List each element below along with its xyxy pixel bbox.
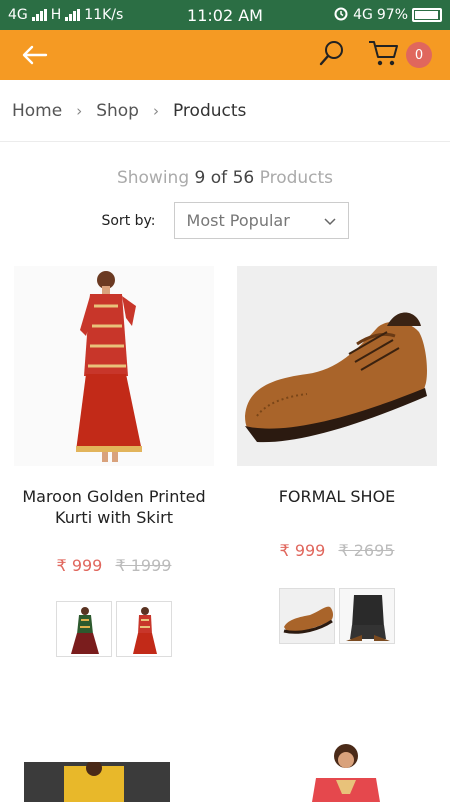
cart-button[interactable]: 0: [368, 39, 432, 71]
signal-icon: [31, 9, 47, 21]
thumbnail[interactable]: [56, 601, 112, 657]
network-speed: 11K/s: [84, 7, 124, 23]
alarm-icon: [333, 5, 349, 25]
breadcrumb-shop[interactable]: Shop: [96, 101, 139, 121]
sort-row: Sort by: Most Popular: [0, 202, 450, 239]
shown-count: 9: [194, 168, 206, 188]
showing-suffix: Products: [259, 168, 334, 188]
thumbnail[interactable]: [116, 601, 172, 657]
thumbnail[interactable]: [339, 588, 395, 644]
sort-value: Most Popular: [186, 211, 290, 230]
product-thumbnails: [14, 601, 214, 657]
product-thumbnails: [237, 588, 437, 644]
sort-select[interactable]: Most Popular: [173, 202, 349, 239]
product-card[interactable]: Maroon Golden Printed Kurti with Skirt ₹…: [14, 266, 214, 657]
app-bar-actions: 0: [318, 39, 432, 71]
product-title[interactable]: Maroon Golden Printed Kurti with Skirt: [14, 486, 214, 528]
app-bar: 0: [0, 30, 450, 80]
of-word: of: [210, 168, 228, 188]
sale-price: ₹ 999: [279, 541, 326, 560]
cart-icon[interactable]: [368, 39, 400, 71]
breadcrumb-home[interactable]: Home: [12, 101, 62, 121]
product-image-partial[interactable]: [300, 740, 390, 802]
search-icon[interactable]: [318, 39, 346, 71]
status-right: 4G 97%: [333, 5, 442, 25]
sort-label: Sort by:: [101, 212, 156, 229]
total-count: 56: [232, 168, 255, 188]
battery-icon: [412, 8, 442, 22]
sale-price: ₹ 999: [56, 556, 103, 575]
product-price: ₹ 999 ₹ 2695: [237, 541, 437, 560]
original-price: ₹ 2695: [338, 541, 395, 560]
arrow-left-icon[interactable]: [18, 38, 52, 72]
chevron-right-icon: ›: [76, 101, 83, 120]
breadcrumb: Home › Shop › Products: [0, 80, 450, 142]
network-type-left: 4G: [8, 7, 28, 23]
network-type-right: 4G: [353, 7, 373, 23]
original-price: ₹ 1999: [115, 556, 172, 575]
results-count: Showing 9 of 56 Products: [0, 168, 450, 188]
battery-percent: 97%: [376, 7, 408, 23]
status-left: 4G H 11K/s: [8, 7, 123, 23]
chevron-right-icon: ›: [152, 101, 159, 120]
breadcrumb-current: Products: [172, 100, 247, 121]
status-bar: 4G H 11K/s 11:02 AM 4G 97%: [0, 0, 450, 30]
product-card[interactable]: FORMAL SHOE ₹ 999 ₹ 2695: [237, 266, 437, 644]
showing-prefix: Showing: [116, 168, 190, 188]
network-type-h: H: [50, 7, 62, 23]
chevron-down-icon: [323, 211, 336, 230]
product-image-partial[interactable]: [24, 762, 170, 802]
signal-icon-2: [65, 9, 81, 21]
product-image[interactable]: [237, 266, 437, 466]
cart-count-badge: 0: [406, 42, 432, 68]
product-price: ₹ 999 ₹ 1999: [14, 556, 214, 575]
thumbnail[interactable]: [279, 588, 335, 644]
product-image[interactable]: [14, 266, 214, 466]
product-title[interactable]: FORMAL SHOE: [237, 486, 437, 507]
